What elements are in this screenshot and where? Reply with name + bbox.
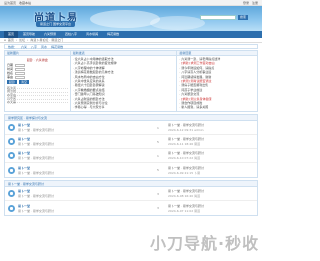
nav-item-liuyao[interactable]: 六爻预测 — [40, 31, 60, 38]
header-banner: 尚道卜易 易道之门 国学交流平台 搜索 — [0, 6, 262, 31]
forum-description: 易卜一堂 · 易学交流与研讨 — [18, 194, 54, 198]
form-row: 事由 — [7, 75, 68, 79]
forum-description: 易卜一堂 · 易学交流与研讨 — [18, 208, 54, 213]
hot-search-bar: 热搜： 六爻 八字 风水 梅花易数 — [4, 44, 258, 49]
forum-count: 1 — [157, 153, 159, 158]
hot-tag[interactable]: 梅花易数 — [51, 45, 63, 49]
forum-name[interactable]: 易卜一堂 — [18, 166, 148, 170]
forum-count: 3 — [157, 191, 159, 196]
forum-description: 易卜一堂 · 易学交流与研讨 — [18, 156, 54, 160]
forum-section: 易学研究区 · 易学探讨与交流 易卜一堂 易卜一堂 · 易学交流与研讨 1 易卜一堂 ·… — [4, 114, 258, 178]
last-post-link[interactable]: 易卜一堂 · 易学交流与研讨 — [168, 204, 257, 208]
nav-item-fengshui[interactable]: 风水堪舆 — [82, 31, 102, 38]
panel-latest-replies: 最新回复 · 六爻测一卦，请老师指点迷津 · [求助] 求测工作变动吉凶 · 测今年… — [177, 51, 257, 111]
forum-description: 易卜一堂 · 易学交流与研讨 — [18, 142, 54, 146]
breadcrumb-item[interactable]: 论坛 — [19, 38, 25, 42]
last-post-meta: 2024-6-10 07:22 尚道 — [168, 156, 201, 160]
reply-list: · 六爻测一卦，请老师指点迷津 · [求助] 求测工作变动吉凶 · 测今年财运如何，… — [177, 56, 257, 111]
forum-name[interactable]: 易卜一堂 — [18, 204, 148, 208]
forum-section: 易卜一堂 · 易学交流与研讨 易卜一堂 易卜一堂 · 易学交流与研讨 3 易卜一堂 · … — [4, 180, 258, 216]
calculator-title: 起卦 · 六爻排盘 — [26, 58, 48, 62]
cast-button[interactable]: 起卦 — [7, 80, 18, 84]
forum-count: 1 — [157, 125, 159, 130]
site-slogan: 易道之门 国学交流平台 — [36, 21, 75, 27]
list-item[interactable]: · 学易心得 · 与大家分享 — [73, 105, 175, 109]
breadcrumb-item[interactable]: 首页 — [8, 38, 14, 42]
last-post-meta: 2024-6-07 11:02 易道 — [168, 208, 201, 213]
forum-row: 易卜一堂 易卜一堂 · 易学交流与研讨 1 易卜一堂 · 易学交流与研讨 2024-6-… — [5, 149, 257, 163]
login-link[interactable]: 登录 — [243, 1, 249, 5]
post-list: · 论六爻占卜中用神的选取方法 · 六爻占卜高手谈卦象的变化规律 · 八字命理中的十… — [71, 56, 177, 111]
nav-item-guide[interactable]: 首页导航 — [19, 31, 39, 38]
forum-count: 5 — [157, 139, 159, 144]
forum-icon — [8, 166, 15, 174]
last-post-link[interactable]: 易卜一堂 · 易学交流与研讨 — [168, 166, 257, 170]
set-homepage-link[interactable]: 设为首页 — [4, 1, 16, 5]
last-post-meta: 2024-6-08 16:40 尚道 — [168, 194, 201, 198]
nav-item-home[interactable]: 首页 — [4, 31, 19, 38]
last-post-meta: 2024-6-12 09:31 admin — [168, 128, 204, 132]
breadcrumb: ⌂ 首页 › 论坛 › 尚道卜易论坛 · 易道之门 — [0, 38, 262, 43]
forum-name[interactable]: 易卜一堂 — [18, 123, 148, 127]
clear-button[interactable]: 清空 — [19, 80, 30, 84]
divination-calculator: 起卦 · 六爻排盘 日期 时间 姓名 事由 起卦 清空 乾为天 坤为地 水雷屯 … — [5, 56, 70, 105]
panel-images: 最新图片 起卦 · 六爻排盘 日期 时间 姓名 事由 起卦 清空 乾为天 坤为地… — [5, 51, 71, 111]
forum-row: 易卜一堂 易卜一堂 · 易学交流与研讨 1 易卜一堂 · 易学交流与研讨 2024-6-… — [5, 121, 257, 135]
header-search: 搜索 — [199, 15, 248, 20]
forum-icon — [8, 152, 15, 159]
hot-tag[interactable]: 风水 — [41, 45, 47, 49]
breadcrumb-item: 尚道卜易论坛 · 易道之门 — [30, 38, 64, 42]
list-item[interactable]: 水天需 — [7, 100, 68, 104]
nav-item-meihua[interactable]: 梅花易数 — [103, 31, 123, 38]
forum-count: 3 — [157, 206, 159, 210]
forum-icon — [8, 124, 15, 131]
forum-description: 易卜一堂 · 易学交流与研讨 — [18, 170, 54, 175]
main-nav: 首页 首页导航 六爻预测 四柱八字 风水堪舆 梅花易数 — [0, 31, 262, 38]
form-field[interactable] — [15, 67, 26, 71]
nav-item-bazi[interactable]: 四柱八字 — [61, 31, 81, 38]
last-post-link[interactable]: 易卜一堂 · 易学交流与研讨 — [168, 189, 257, 193]
forum-name[interactable]: 易卜一堂 — [18, 189, 148, 193]
search-input[interactable] — [199, 15, 236, 20]
hot-tag[interactable]: 八字 — [31, 45, 37, 49]
hot-tag[interactable]: 六爻 — [21, 45, 27, 49]
list-item[interactable]: · 新人报到，请多关照 — [179, 105, 255, 109]
forum-row: 易卜一堂 易卜一堂 · 易学交流与研讨 3 易卜一堂 · 易学交流与研讨 2024-6-… — [5, 187, 257, 201]
portal-panels: 最新图片 起卦 · 六爻排盘 日期 时间 姓名 事由 起卦 清空 乾为天 坤为地… — [4, 50, 258, 112]
form-field[interactable] — [15, 71, 26, 75]
forum-sections: 易学研究区 · 易学探讨与交流 易卜一堂 易卜一堂 · 易学交流与研讨 1 易卜一堂 ·… — [0, 114, 262, 216]
bookmark-link[interactable]: 收藏本站 — [19, 1, 31, 5]
last-post-meta: 2024-6-09 21:15 卜易 — [168, 170, 201, 175]
last-post-link[interactable]: 易卜一堂 · 易学交流与研讨 — [168, 137, 257, 141]
form-field[interactable] — [15, 75, 26, 79]
hexagram-list: 乾为天 坤为地 水雷屯 山水蒙 水天需 — [7, 86, 68, 104]
home-icon[interactable]: ⌂ — [4, 38, 6, 42]
forum-icon — [8, 138, 15, 145]
forum-icon — [8, 190, 15, 197]
hot-label: 热搜： — [8, 44, 18, 49]
cloud-decoration — [150, 16, 205, 30]
form-field[interactable] — [15, 63, 26, 67]
forum-name[interactable]: 易卜一堂 — [18, 137, 148, 141]
panel-latest-posts: 最新发表 · 论六爻占卜中用神的选取方法 · 六爻占卜高手谈卦象的变化规律 · 八字… — [70, 51, 178, 111]
forum-row: 易卜一堂 易卜一堂 · 易学交流与研讨 5 易卜一堂 · 易学交流与研讨 2024-6-… — [5, 135, 257, 149]
forum-name[interactable]: 易卜一堂 — [18, 151, 148, 155]
forum-row: 易卜一堂 易卜一堂 · 易学交流与研讨 3 易卜一堂 · 易学交流与研讨 2024-6-… — [5, 201, 257, 215]
forum-row: 易卜一堂 易卜一堂 · 易学交流与研讨 5 易卜一堂 · 易学交流与研讨 2024-6-… — [5, 163, 257, 177]
last-post-meta: 2024-6-11 18:46 易道 — [168, 142, 201, 146]
forum-icon — [8, 204, 15, 212]
forum-description: 易卜一堂 · 易学交流与研讨 — [18, 128, 54, 132]
forum-count: 5 — [157, 168, 159, 172]
cloud-decoration — [90, 10, 160, 28]
last-post-link[interactable]: 易卜一堂 · 易学交流与研讨 — [168, 151, 257, 155]
watermark-text: 小刀导航·秒收 — [150, 234, 260, 253]
register-link[interactable]: 注册 — [252, 1, 258, 5]
search-button[interactable]: 搜索 — [237, 15, 248, 20]
last-post-link[interactable]: 易卜一堂 · 易学交流与研讨 — [168, 123, 257, 127]
